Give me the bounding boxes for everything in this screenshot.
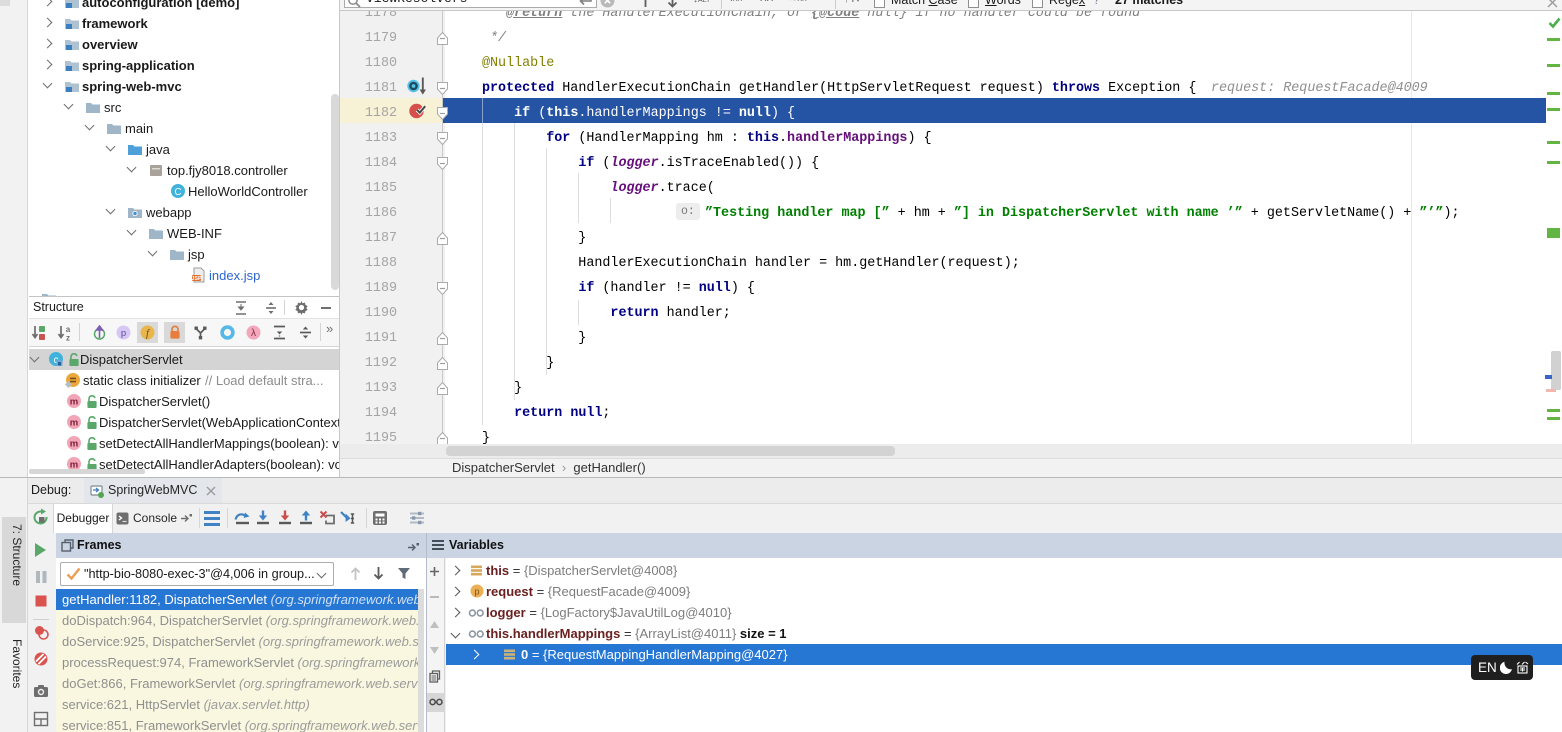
svg-text:λ: λ <box>251 328 256 339</box>
svg-text:JSP: JSP <box>191 275 202 281</box>
svg-text:m: m <box>70 396 78 407</box>
svg-text:p: p <box>474 587 479 597</box>
svg-text:C: C <box>174 187 181 198</box>
svg-text:m: m <box>70 417 78 428</box>
svg-text:m: m <box>70 438 78 449</box>
svg-text:p: p <box>121 328 126 339</box>
svg-text:z: z <box>66 334 70 342</box>
